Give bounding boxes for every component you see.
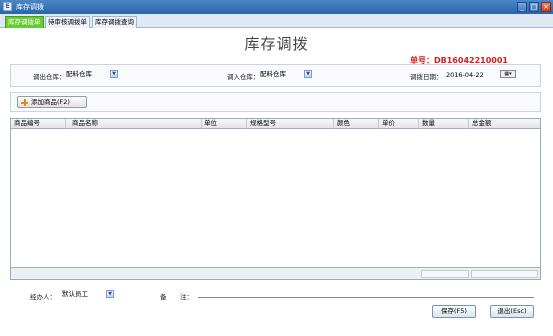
app-icon: E [3, 2, 12, 11]
maximize-button[interactable]: □ [529, 2, 539, 12]
remark-label-2: 注： [180, 293, 193, 301]
chevron-down-icon[interactable]: ▼ [106, 290, 114, 298]
grid-header: 商品编号 商品名称 单位 规格型号 颜色 单价 数量 总金额 [11, 119, 540, 129]
column-header[interactable]: 单价 [379, 119, 419, 129]
tab-pending-review[interactable]: 待审核调拨单 [45, 16, 90, 28]
handler-select[interactable]: 默认员工 ▼ [62, 289, 117, 300]
remark-label-1: 备 [160, 293, 167, 301]
chevron-down-icon[interactable]: ▼ [110, 70, 118, 78]
handler-label: 经办人： [30, 293, 56, 301]
column-header[interactable]: 商品编号 [11, 119, 66, 129]
grid-summary-row [11, 267, 540, 279]
column-header[interactable]: 单位 [201, 119, 247, 129]
add-product-button[interactable]: 添加商品(F2) [17, 96, 87, 108]
in-warehouse-select[interactable]: 配料仓库 ▼ [260, 69, 313, 80]
date-label: 调拨日期： [410, 73, 443, 81]
save-button[interactable]: 保存(F5) [432, 305, 476, 318]
summary-amount-cell [471, 270, 538, 278]
toolbar-group [10, 92, 541, 112]
minimize-button[interactable]: _ [517, 2, 527, 12]
column-header[interactable]: 总金额 [469, 119, 540, 129]
chevron-down-icon[interactable]: ▼ [304, 70, 312, 78]
window-title: 库存调拨 [16, 3, 44, 11]
summary-quantity-cell [421, 270, 469, 278]
column-header[interactable]: 规格型号 [247, 119, 334, 129]
out-warehouse-value: 配料仓库 [66, 70, 92, 78]
add-product-label: 添加商品(F2) [31, 98, 70, 106]
in-warehouse-label: 调入仓库： [227, 73, 260, 81]
out-warehouse-select[interactable]: 配料仓库 ▼ [66, 69, 119, 80]
out-warehouse-label: 调出仓库： [33, 73, 66, 81]
date-value: 2016-04-22 [446, 71, 484, 79]
form-title: 库存调拨 [244, 35, 309, 53]
handler-value: 默认员工 [62, 290, 88, 298]
window-titlebar: E 库存调拨 _ □ × [0, 0, 553, 14]
column-header[interactable]: 商品名称 [69, 119, 202, 129]
in-warehouse-value: 配料仓库 [260, 70, 286, 78]
calendar-icon[interactable]: ▦▾ [500, 70, 516, 78]
tab-transfer-order[interactable]: 库存调拨单 [5, 16, 44, 28]
column-header[interactable]: 颜色 [334, 119, 379, 129]
tab-transfer-query[interactable]: 库存调拨查询 [92, 16, 137, 28]
exit-button[interactable]: 退出(Esc) [490, 305, 534, 318]
tab-bar: 库存调拨单 待审核调拨单 库存调拨查询 [0, 14, 553, 28]
remark-input[interactable] [198, 289, 534, 298]
date-field[interactable]: 2016-04-22 [446, 70, 496, 81]
close-button[interactable]: × [541, 2, 551, 12]
product-grid[interactable]: 商品编号 商品名称 单位 规格型号 颜色 单价 数量 总金额 [10, 118, 541, 280]
plus-icon [21, 99, 28, 106]
column-header[interactable]: 数量 [419, 119, 469, 129]
